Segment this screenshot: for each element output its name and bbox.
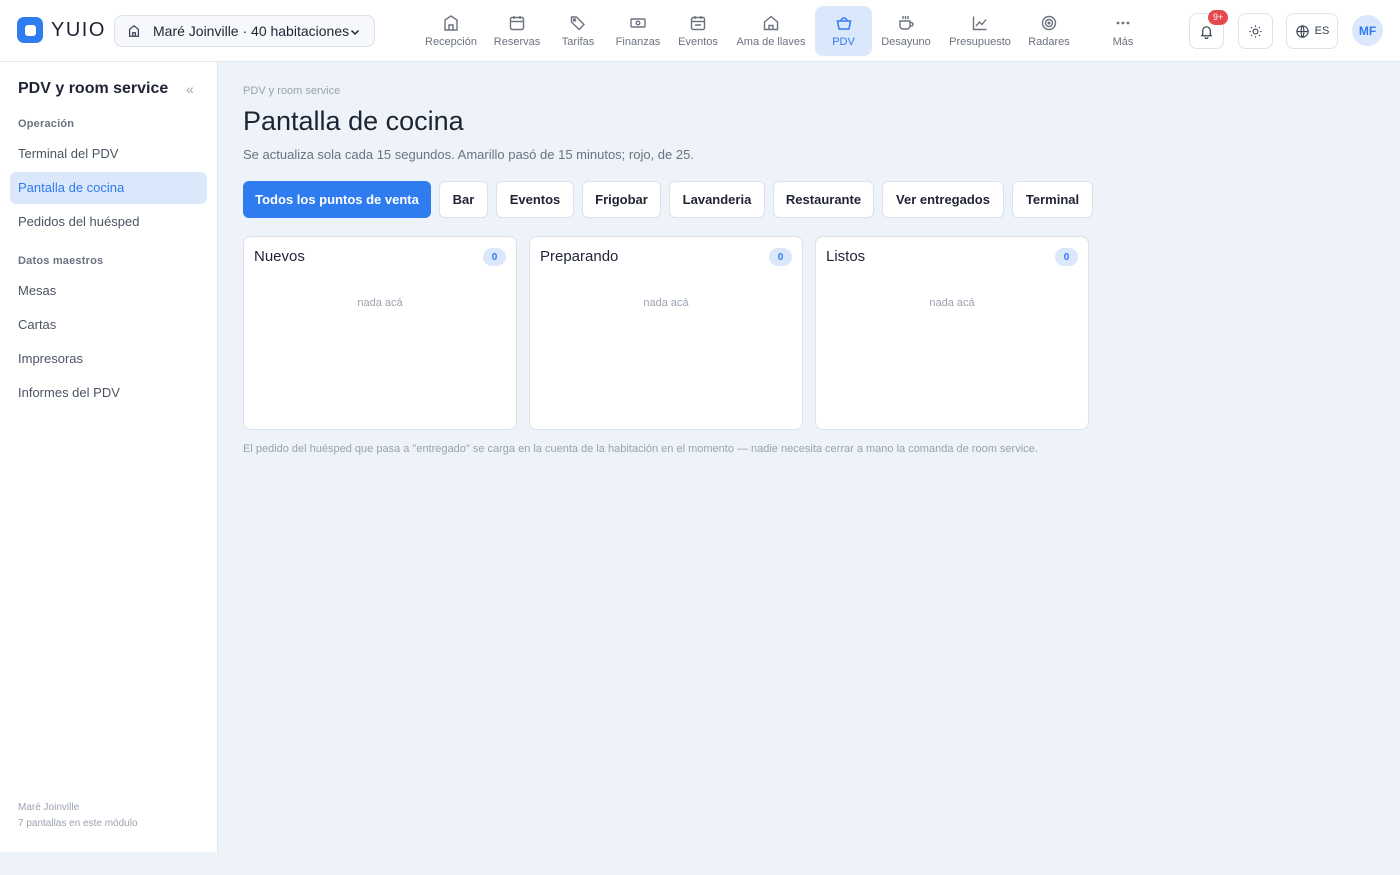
- breadcrumb[interactable]: PDV y room service: [243, 85, 340, 97]
- nav-label: Reservas: [493, 36, 541, 48]
- app-logo[interactable]: YUIO: [17, 17, 106, 43]
- column-count-badge: 0: [483, 248, 506, 266]
- filter-lavanderia[interactable]: Lavanderia: [669, 181, 765, 218]
- nav-presupuesto[interactable]: Presupuesto: [945, 6, 1015, 56]
- nav-label: Eventos: [678, 36, 718, 48]
- sun-icon: [1249, 24, 1262, 38]
- page-title: Pantalla de cocina: [243, 106, 464, 136]
- notification-badge: 9+: [1208, 10, 1229, 25]
- page-subtitle: Se actualiza sola cada 15 segundos. Amar…: [243, 147, 694, 162]
- nav-label: Recepción: [425, 36, 477, 48]
- logo-icon: [17, 17, 43, 43]
- globe-icon: [1295, 24, 1309, 38]
- nav-reservas[interactable]: Reservas: [490, 6, 544, 56]
- building-icon: [129, 24, 139, 37]
- bell-icon: [1200, 25, 1213, 39]
- nav-ama-de-llaves[interactable]: Ama de llaves: [733, 6, 809, 56]
- column-count-badge: 0: [1055, 248, 1078, 266]
- column-listos: Listos 0 nada acá: [815, 236, 1089, 430]
- chevron-down-icon: [350, 29, 360, 36]
- sidebar-footer-screens: 7 pantallas en este módulo: [18, 818, 138, 829]
- column-title: Listos: [826, 248, 866, 265]
- nav-label: Desayuno: [881, 36, 931, 48]
- column-preparando: Preparando 0 nada acá: [529, 236, 803, 430]
- logo-text: YUIO: [51, 18, 106, 41]
- nav-label: Más: [1112, 36, 1134, 48]
- hotel-selector[interactable]: Maré Joinville · 40 habitaciones: [114, 15, 375, 47]
- collapse-sidebar-icon[interactable]: «: [186, 81, 194, 97]
- house-icon: [763, 15, 779, 31]
- filter-todos[interactable]: Todos los puntos de venta: [243, 181, 431, 218]
- tag-icon: [570, 16, 585, 31]
- calendar-event-icon: [690, 16, 706, 31]
- sidebar-item-pantalla-cocina[interactable]: Pantalla de cocina: [10, 172, 207, 204]
- nav-desayuno[interactable]: Desayuno: [878, 6, 934, 56]
- filter-terminal[interactable]: Terminal: [1012, 181, 1093, 218]
- filter-frigobar[interactable]: Frigobar: [582, 181, 661, 218]
- building-icon: [444, 15, 458, 31]
- sidebar-item-pedidos-huesped[interactable]: Pedidos del huésped: [10, 206, 207, 238]
- dots-icon: [1116, 21, 1130, 25]
- language-selector[interactable]: ES: [1286, 13, 1338, 49]
- footnote: El pedido del huésped que pasa a "entreg…: [243, 443, 1038, 455]
- sidebar-title: PDV y room service: [18, 80, 169, 97]
- target-icon: [1041, 15, 1057, 31]
- nav-mas[interactable]: Más: [1100, 6, 1146, 56]
- column-empty-text: nada acá: [643, 297, 689, 309]
- sidebar-section-operacion: Operación: [18, 118, 75, 130]
- language-label: ES: [1314, 25, 1330, 37]
- sidebar-item-cartas[interactable]: Cartas: [10, 309, 207, 341]
- filter-eventos[interactable]: Eventos: [496, 181, 574, 218]
- calendar-icon: [509, 16, 525, 31]
- column-empty-text: nada acá: [929, 297, 975, 309]
- nav-label: Ama de llaves: [736, 36, 806, 48]
- nav-label: Finanzas: [615, 36, 661, 48]
- nav-label: Presupuesto: [949, 36, 1011, 48]
- column-empty-text: nada acá: [357, 297, 403, 309]
- nav-finanzas[interactable]: Finanzas: [612, 6, 664, 56]
- filter-ver-entregados[interactable]: Ver entregados: [882, 181, 1004, 218]
- column-title: Nuevos: [254, 248, 305, 265]
- nav-label: PDV: [832, 36, 855, 48]
- basket-icon: [836, 17, 851, 30]
- filter-restaurante[interactable]: Restaurante: [773, 181, 874, 218]
- coffee-icon: [899, 16, 914, 30]
- hotel-selector-label: Maré Joinville · 40 habitaciones: [153, 23, 349, 39]
- nav-tarifas[interactable]: Tarifas: [555, 6, 601, 56]
- nav-radares[interactable]: Radares: [1024, 6, 1074, 56]
- top-bar: YUIO Maré Joinville · 40 habitaciones Re…: [0, 0, 1400, 62]
- sidebar-item-terminal-pdv[interactable]: Terminal del PDV: [10, 138, 207, 170]
- chart-line-icon: [972, 16, 987, 31]
- sidebar-section-datos-maestros: Datos maestros: [18, 255, 104, 267]
- sidebar: PDV y room service « Operación Terminal …: [0, 62, 218, 852]
- banknote-icon: [630, 18, 646, 28]
- sidebar-item-mesas[interactable]: Mesas: [10, 275, 207, 307]
- nav-pdv[interactable]: PDV: [815, 6, 872, 56]
- sidebar-item-informes-pdv[interactable]: Informes del PDV: [10, 377, 207, 409]
- sidebar-footer-hotel: Maré Joinville: [18, 802, 80, 813]
- user-avatar[interactable]: MF: [1352, 15, 1383, 46]
- column-title: Preparando: [540, 248, 619, 265]
- column-count-badge: 0: [769, 248, 792, 266]
- nav-label: Tarifas: [561, 36, 595, 48]
- theme-toggle-button[interactable]: [1238, 13, 1273, 49]
- nav-eventos[interactable]: Eventos: [675, 6, 721, 56]
- sidebar-item-impresoras[interactable]: Impresoras: [10, 343, 207, 375]
- nav-label: Radares: [1028, 36, 1070, 48]
- column-nuevos: Nuevos 0 nada acá: [243, 236, 517, 430]
- filter-bar[interactable]: Bar: [439, 181, 488, 218]
- nav-recepcion[interactable]: Recepción: [421, 6, 481, 56]
